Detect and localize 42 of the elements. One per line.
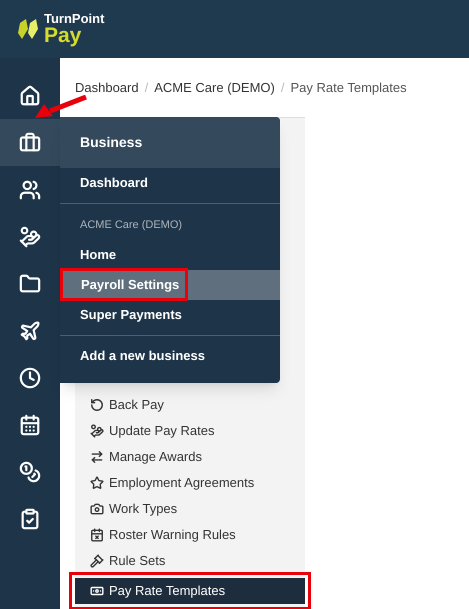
- folder-icon: [19, 272, 41, 294]
- clock-icon: [19, 366, 41, 388]
- logo-text: TurnPoint: [44, 12, 104, 25]
- swap-icon: [90, 450, 104, 464]
- flyout-menu-item[interactable]: Add a new business: [60, 340, 280, 370]
- breadcrumb-link[interactable]: Pay Rate Templates: [290, 78, 407, 98]
- plane-icon: [19, 320, 41, 342]
- logo-subtext: Pay: [44, 25, 82, 46]
- settings-menu-item[interactable]: Manage Awards: [75, 444, 305, 470]
- settings-menu-item[interactable]: Employment Agreements: [75, 470, 305, 496]
- settings-menu-item[interactable]: Back Pay: [75, 392, 305, 418]
- rotate-icon: [90, 398, 104, 412]
- coins-icon: [19, 460, 41, 482]
- breadcrumb-link[interactable]: ACME Care (DEMO): [154, 78, 275, 98]
- hand-coin-icon: [90, 424, 104, 438]
- breadcrumb-separator: /: [144, 78, 150, 97]
- briefcase-icon: [19, 132, 41, 154]
- camera-icon: [90, 502, 104, 516]
- flyout-title: Business: [80, 133, 142, 152]
- gavel-icon: [90, 554, 104, 568]
- logo[interactable]: TurnPoint Pay: [18, 12, 104, 46]
- section-label: ACME Care (DEMO): [79, 218, 184, 233]
- flyout-menu-item[interactable]: Home: [60, 240, 280, 270]
- calendar-icon: [19, 414, 41, 436]
- flyout-menu-item[interactable]: Super Payments: [60, 300, 280, 330]
- banknote-icon: [90, 584, 104, 598]
- settings-menu-item[interactable]: Work Types: [75, 496, 305, 522]
- calendar-icon: [90, 528, 104, 542]
- settings-menu-item[interactable]: Pay Rate Templates: [75, 578, 305, 604]
- breadcrumb-link[interactable]: Dashboard: [75, 78, 139, 98]
- hand-coin-icon: [19, 226, 41, 248]
- flyout-menu-item[interactable]: Payroll Settings: [60, 270, 280, 300]
- logo-icon: [18, 17, 40, 41]
- settings-menu-item[interactable]: Rule Sets: [75, 548, 305, 574]
- settings-menu-item[interactable]: Update Pay Rates: [75, 418, 305, 444]
- people-icon: [19, 178, 41, 200]
- star-icon: [90, 476, 104, 490]
- clipboard-icon: [19, 508, 41, 530]
- breadcrumb-separator: /: [280, 78, 286, 97]
- home-icon: [19, 84, 41, 106]
- settings-menu-item[interactable]: Roster Warning Rules: [75, 522, 305, 548]
- flyout-menu-item[interactable]: Dashboard: [60, 168, 280, 198]
